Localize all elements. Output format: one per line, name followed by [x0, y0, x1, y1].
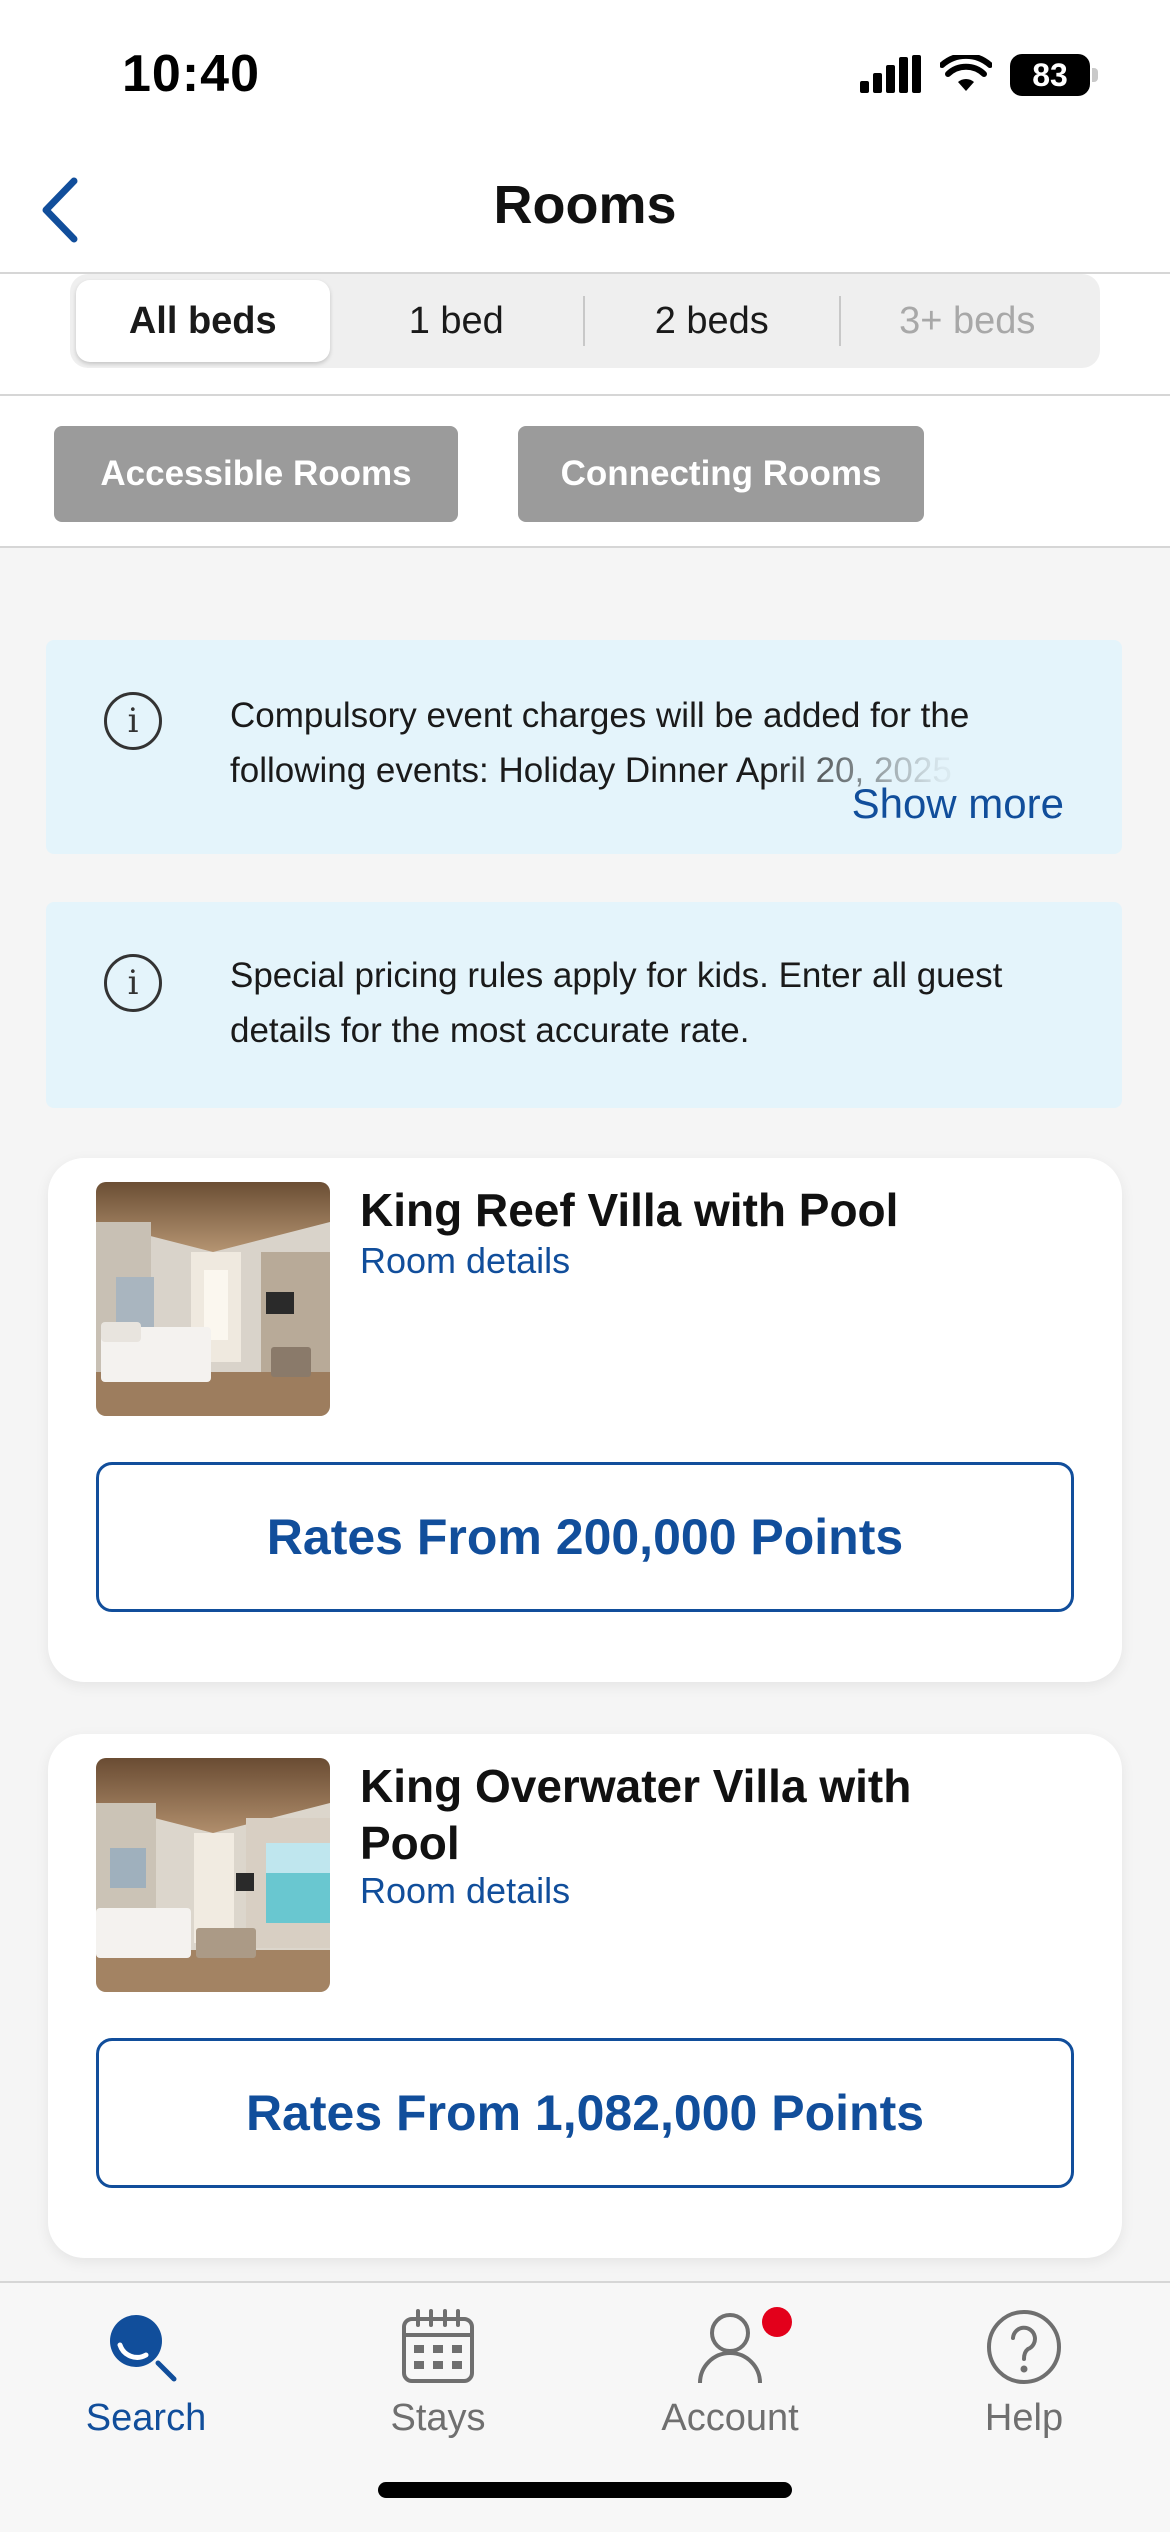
navigation-bar: Rooms — [0, 150, 1170, 274]
status-time: 10:40 — [122, 45, 260, 103]
segment-1-bed[interactable]: 1 bed — [330, 280, 584, 362]
notification-badge — [762, 2307, 792, 2337]
bed-filter-area: All beds 1 bed 2 beds 3+ beds — [0, 274, 1170, 396]
rooms-screen: 10:40 83 Rooms All beds 1 bed 2 beds 3+ … — [0, 0, 1170, 2532]
segment-all-beds[interactable]: All beds — [76, 280, 330, 362]
tab-account[interactable]: Account — [630, 2297, 830, 2477]
kids-pricing-banner: i Special pricing rules apply for kids. … — [46, 902, 1122, 1108]
wifi-icon — [940, 55, 992, 91]
question-icon — [984, 2297, 1064, 2397]
room-photo-image — [96, 1182, 330, 1416]
room-name: King Reef Villa with Pool — [360, 1184, 899, 1236]
connecting-rooms-chip[interactable]: Connecting Rooms — [518, 426, 924, 522]
segment-3-plus-beds[interactable]: 3+ beds — [841, 280, 1095, 362]
status-icons: 83 — [860, 54, 1098, 96]
page-title: Rooms — [493, 175, 677, 235]
room-name: King Overwater Villa with Pool — [360, 1760, 912, 1869]
status-bar: 10:40 83 — [0, 0, 1170, 150]
show-more-link[interactable]: Show more — [852, 780, 1064, 828]
cellular-signal-icon — [860, 55, 921, 93]
room-card: King Reef Villa with Pool Room details R… — [48, 1158, 1122, 1682]
segment-2-beds[interactable]: 2 beds — [585, 280, 839, 362]
room-photo[interactable] — [96, 1182, 330, 1416]
room-card: King Overwater Villa with Pool Room deta… — [48, 1734, 1122, 2258]
rates-button[interactable]: Rates From 1,082,000 Points — [96, 2038, 1074, 2188]
event-charges-banner: i Compulsory event charges will be added… — [46, 640, 1122, 854]
tab-label: Account — [661, 2397, 799, 2439]
battery-level: 83 — [1032, 56, 1068, 93]
accessible-rooms-chip[interactable]: Accessible Rooms — [54, 426, 458, 522]
kids-pricing-text: Special pricing rules apply for kids. En… — [230, 956, 1003, 1050]
room-photo-image — [96, 1758, 330, 1992]
room-details-link[interactable]: Room details — [360, 1870, 570, 1912]
person-icon — [690, 2297, 770, 2397]
search-icon — [106, 2297, 186, 2397]
battery-indicator: 83 — [1010, 54, 1098, 96]
tab-label: Search — [85, 2397, 207, 2439]
battery-tip — [1092, 68, 1098, 82]
room-details-link[interactable]: Room details — [360, 1240, 570, 1282]
home-indicator — [378, 2482, 792, 2498]
info-icon: i — [104, 692, 162, 750]
tab-label: Help — [984, 2397, 1064, 2439]
tab-label: Stays — [390, 2397, 486, 2439]
calendar-icon — [398, 2297, 478, 2397]
room-photo[interactable] — [96, 1758, 330, 1992]
tab-stays[interactable]: Stays — [338, 2297, 538, 2477]
tab-help[interactable]: Help — [924, 2297, 1124, 2477]
info-icon: i — [104, 954, 162, 1012]
rates-button[interactable]: Rates From 200,000 Points — [96, 1462, 1074, 1612]
bed-segmented-control: All beds 1 bed 2 beds 3+ beds — [70, 274, 1100, 368]
tab-search[interactable]: Search — [46, 2297, 246, 2477]
room-filter-chips: Accessible Rooms Connecting Rooms — [0, 396, 1170, 548]
